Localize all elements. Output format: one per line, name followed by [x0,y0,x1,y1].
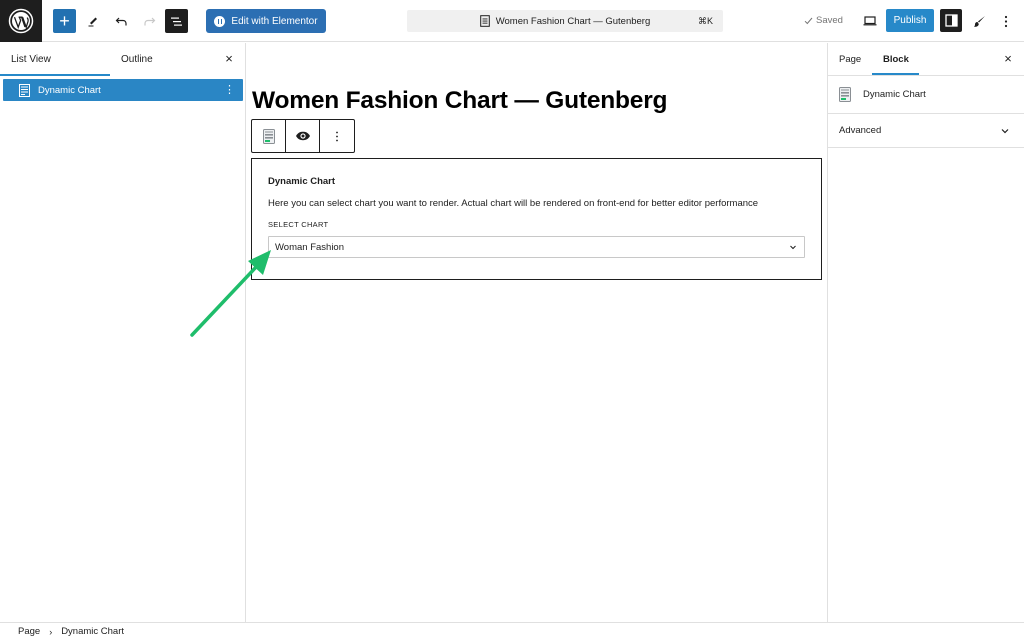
list-view-tabs: List View Outline × [0,43,245,76]
preview-toggle-button[interactable] [286,120,320,152]
breadcrumb-dynamic-chart[interactable]: Dynamic Chart [61,626,124,637]
dynamic-chart-block[interactable]: Dynamic Chart Here you can select chart … [251,158,822,280]
wordpress-logo-icon[interactable] [0,0,42,42]
undo-button[interactable] [110,9,132,33]
advanced-panel-toggle[interactable]: Advanced [828,114,1024,148]
block-title: Dynamic Chart [268,176,336,187]
block-options-button[interactable] [320,120,354,152]
breadcrumb-page[interactable]: Page [18,626,40,637]
document-overview-button[interactable] [165,9,188,33]
edit-with-elementor-button[interactable]: Edit with Elementor [206,9,326,33]
preview-button[interactable] [860,9,880,33]
active-tab-indicator [872,73,919,75]
command-palette-button[interactable]: Women Fashion Chart — Gutenberg ⌘K [407,10,723,32]
saved-status: Saved [804,15,843,26]
block-options-icon[interactable]: ⋮ [224,83,235,97]
block-card: Dynamic Chart [828,76,1024,114]
tools-button[interactable] [82,9,104,33]
chart-block-icon [262,128,275,144]
breadcrumb-separator: › [49,626,53,637]
post-title[interactable]: Women Fashion Chart — Gutenberg [252,87,668,115]
tab-list-view[interactable]: List View [11,43,51,76]
list-item-dynamic-chart[interactable]: Dynamic Chart ⋮ [3,79,243,101]
publish-button[interactable]: Publish [886,9,934,32]
sidebar-toggle-icon [944,14,958,27]
kebab-vertical-icon [336,131,338,141]
tab-block[interactable]: Block [883,43,909,75]
redo-button[interactable] [138,9,160,33]
editor-header: + Edit with Elementor Women Fashion Char… [0,0,1024,42]
selected-chart-value: Woman Fashion [275,241,344,253]
block-card-title: Dynamic Chart [863,89,926,100]
chart-block-icon [19,83,30,97]
brush-icon [973,15,985,27]
check-icon [804,17,813,24]
list-item-label: Dynamic Chart [38,84,101,96]
settings-sidebar: Page Block × Dynamic Chart Advanced [827,43,1024,622]
document-icon [479,15,490,27]
list-view-panel: List View Outline × Dynamic Chart ⋮ [0,43,246,622]
document-title: Women Fashion Chart — Gutenberg [495,15,651,27]
elementor-icon [214,15,226,27]
close-icon[interactable]: × [1001,52,1015,66]
close-icon[interactable]: × [222,52,236,66]
list-view-icon [171,17,182,26]
block-breadcrumb: Page › Dynamic Chart [0,622,1024,640]
plus-icon: + [59,11,70,31]
block-type-button[interactable] [252,120,286,152]
block-description: Here you can select chart you want to re… [268,198,759,209]
eye-icon [295,131,310,141]
active-tab-indicator [0,74,110,76]
undo-icon [115,17,127,25]
elementor-button-label: Edit with Elementor [231,15,318,27]
add-block-button[interactable]: + [53,9,76,33]
pen-icon [88,17,97,27]
chevron-down-icon [790,245,796,250]
options-button[interactable] [996,9,1016,33]
laptop-icon [863,16,877,26]
saved-label: Saved [816,15,843,26]
editor-canvas: Women Fashion Chart — Gutenberg Dynamic … [247,43,827,622]
chevron-down-icon [1001,129,1009,134]
select-chart-label: SELECT CHART [268,220,329,229]
styles-button[interactable] [968,9,990,33]
settings-button[interactable] [940,9,962,32]
redo-icon [143,17,155,25]
settings-tabs: Page Block × [828,43,1024,76]
keyboard-shortcut: ⌘K [697,15,713,26]
chart-block-icon [839,87,851,102]
tab-page[interactable]: Page [839,43,861,75]
tab-outline[interactable]: Outline [121,43,153,76]
advanced-label: Advanced [839,125,882,136]
kebab-vertical-icon [1004,15,1008,27]
block-toolbar [251,119,355,153]
select-chart-dropdown[interactable]: Woman Fashion [268,236,805,258]
